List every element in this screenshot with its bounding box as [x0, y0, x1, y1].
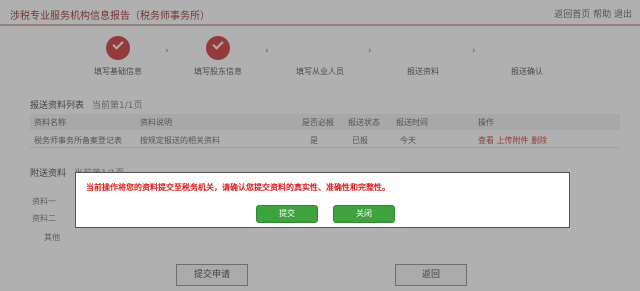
confirm-submit-button[interactable]: 提交: [256, 205, 318, 223]
confirm-dialog: 当前操作将您的资料提交至税务机关，请确认您提交资料的真实性、准确性和完整性。 提…: [75, 172, 570, 228]
close-button[interactable]: 关闭: [333, 205, 395, 223]
modal-overlay: [0, 0, 640, 291]
dialog-message: 当前操作将您的资料提交至税务机关，请确认您提交资料的真实性、准确性和完整性。: [86, 183, 390, 192]
